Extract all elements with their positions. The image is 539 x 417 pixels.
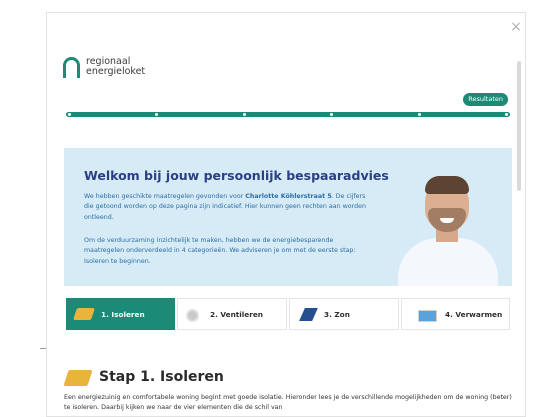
- close-icon[interactable]: ×: [509, 20, 523, 34]
- welcome-title: Welkom bij jouw persoonlijk bespaaradvie…: [84, 168, 389, 183]
- tab-verwarmen[interactable]: 4. Verwarmen: [401, 298, 510, 330]
- tab-label: 2. Ventileren: [210, 310, 263, 319]
- logo-arch-icon: [63, 57, 80, 78]
- progress-step-dot: [68, 113, 71, 116]
- welcome-address: Charlotte Köhlerstraat 5: [245, 193, 332, 200]
- tab-label: 3. Zon: [324, 310, 350, 319]
- logo-text: regionaal energieloket: [86, 57, 196, 77]
- section-title: Stap 1. Isoleren: [99, 369, 224, 385]
- progress-bar: [66, 112, 510, 117]
- progress-step-dot: [330, 113, 334, 116]
- tab-zon[interactable]: 3. Zon: [289, 298, 399, 330]
- category-tabs: 1. Isoleren 2. Ventileren 3. Zon 4. Verw…: [66, 298, 510, 330]
- advisor-photo: [392, 168, 504, 286]
- tab-label: 1. Isoleren: [101, 310, 145, 319]
- tab-label: 4. Verwarmen: [445, 310, 503, 319]
- scrollbar-thumb[interactable]: [517, 61, 521, 191]
- progress-step-dot: [155, 113, 159, 116]
- welcome-panel: Welkom bij jouw persoonlijk bespaaradvie…: [64, 148, 512, 286]
- advisor-shirt: [398, 238, 498, 286]
- insulation-section-icon: [63, 370, 93, 386]
- section-intro: Een energiezuinig en comfortabele woning…: [64, 394, 512, 411]
- insulation-icon: [73, 308, 95, 320]
- welcome-paragraph-2: Om de verduurzaming inzichtelijk te make…: [84, 237, 356, 265]
- tab-isoleren[interactable]: 1. Isoleren: [66, 298, 175, 330]
- progress-step-dot: [417, 113, 421, 116]
- ventilation-icon: [186, 309, 199, 322]
- progress-step-dot: [505, 113, 508, 116]
- advisor-hair: [425, 176, 469, 194]
- advice-modal: × regionaal energieloket Resultaten Welk…: [46, 12, 526, 417]
- results-button[interactable]: Resultaten: [463, 93, 508, 106]
- heating-icon: [418, 310, 437, 322]
- welcome-p1-prefix: We hebben geschikte maatregelen gevonden…: [84, 193, 246, 200]
- solar-panel-icon: [299, 308, 318, 321]
- tab-ventileren[interactable]: 2. Ventileren: [177, 298, 287, 330]
- progress-step-dot: [242, 113, 246, 116]
- welcome-paragraph-1: We hebben geschikte maatregelen gevonden…: [84, 192, 374, 223]
- logo-line-2: energieloket: [86, 66, 146, 77]
